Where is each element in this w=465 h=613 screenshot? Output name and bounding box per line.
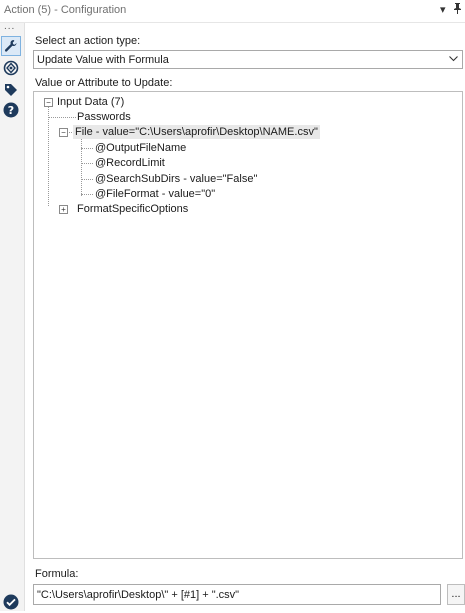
tree-node-input-data[interactable]: Input Data (7) xyxy=(57,95,124,109)
tree-connector xyxy=(81,194,93,195)
attribute-tree[interactable]: − − + Input Data (7) Passwords File - va… xyxy=(33,91,463,559)
tree-node-file[interactable]: File - value="C:\Users\aprofir\Desktop\N… xyxy=(73,125,320,139)
formula-label: Formula: xyxy=(35,568,79,580)
collapse-toggle[interactable]: − xyxy=(59,128,68,137)
chevron-down-icon xyxy=(449,54,458,64)
action-type-value: Update Value with Formula xyxy=(37,54,169,66)
help-icon[interactable]: ? xyxy=(2,101,20,119)
svg-text:?: ? xyxy=(8,104,14,117)
network-icon[interactable] xyxy=(2,59,20,77)
wrench-icon[interactable] xyxy=(1,36,21,56)
tree-node-format-specific-options[interactable]: FormatSpecificOptions xyxy=(77,202,188,216)
tree-label: Value or Attribute to Update: xyxy=(35,77,173,89)
tree-connector xyxy=(48,103,49,206)
pin-icon[interactable] xyxy=(453,3,462,17)
tree-connector xyxy=(81,148,93,149)
tag-icon[interactable] xyxy=(2,81,20,99)
tree-node-record-limit[interactable]: @RecordLimit xyxy=(95,156,165,170)
tree-connector xyxy=(81,179,93,180)
formula-value: "C:\Users\aprofir\Desktop\" + [#1] + ".c… xyxy=(37,589,240,601)
tree-connector xyxy=(81,163,93,164)
expand-toggle[interactable]: + xyxy=(59,205,68,214)
tree-node-search-sub-dirs[interactable]: @SearchSubDirs - value="False" xyxy=(95,172,257,186)
action-type-select[interactable]: Update Value with Formula xyxy=(33,50,463,69)
tree-connector xyxy=(81,136,82,196)
collapse-toggle[interactable]: − xyxy=(44,98,53,107)
dropdown-menu-icon[interactable]: ▾ xyxy=(440,3,446,16)
action-type-label: Select an action type: xyxy=(35,35,141,47)
window-title: Action (5) - Configuration xyxy=(4,4,127,16)
formula-field[interactable]: "C:\Users\aprofir\Desktop\" + [#1] + ".c… xyxy=(33,584,441,605)
checkmark-icon xyxy=(3,594,19,610)
tree-node-output-file-name[interactable]: @OutputFileName xyxy=(95,141,186,155)
title-bar: Action (5) - Configuration ▾ xyxy=(0,0,465,23)
rail-dots: ... xyxy=(4,21,16,32)
formula-editor-button[interactable]: ... xyxy=(447,584,465,605)
tree-node-passwords[interactable]: Passwords xyxy=(77,110,131,124)
tree-connector xyxy=(48,117,76,118)
tree-node-file-format[interactable]: @FileFormat - value="0" xyxy=(95,187,215,201)
left-rail: ... ? xyxy=(0,21,25,611)
